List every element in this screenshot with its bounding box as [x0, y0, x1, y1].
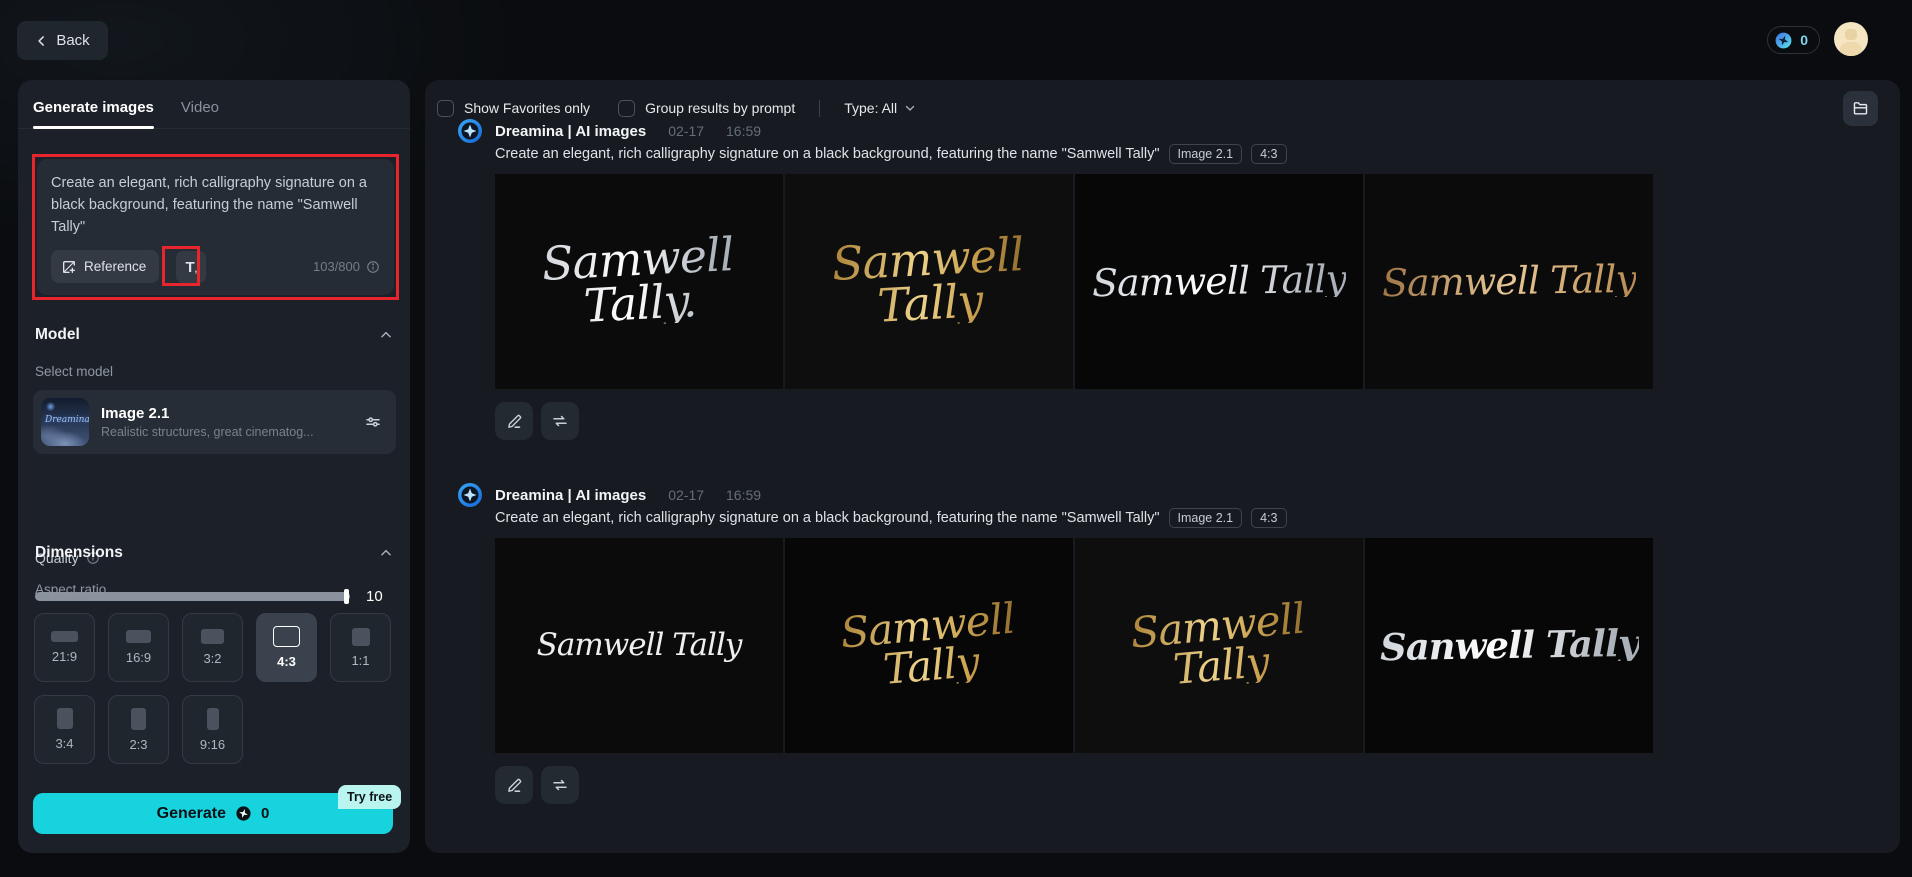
reference-image-icon [61, 259, 77, 275]
results-panel: Show Favorites only Group results by pro… [425, 80, 1900, 853]
group-source[interactable]: Dreamina | AI images [495, 123, 646, 140]
group-time: 16:59 [726, 487, 762, 503]
dimensions-section-title: Dimensions [35, 544, 123, 561]
regenerate-button[interactable] [541, 402, 579, 440]
model-settings-icon[interactable] [364, 413, 382, 431]
image-results-row: Samwell Tally. Samwell Tally Samwell Tally… [495, 174, 1653, 389]
chevron-up-icon[interactable] [379, 546, 393, 560]
back-label: Back [56, 32, 90, 49]
back-button[interactable]: Back [17, 21, 108, 60]
ratio-badge: 4:3 [1251, 508, 1287, 528]
group-date: 02-17 [668, 123, 705, 139]
quality-value: 10 [366, 588, 383, 605]
ratio-2-3[interactable]: 2:3 [108, 695, 169, 764]
aspect-ratio-label: Aspect ratio [35, 582, 107, 597]
filter-bar: Show Favorites only Group results by pro… [437, 91, 1884, 126]
type-filter-dropdown[interactable]: Type: All [844, 100, 916, 116]
generated-image[interactable]: Samwell Tally [495, 538, 783, 753]
aspect-ratio-grid: 21:9 16:9 3:2 4:3 1:1 3:4 2:3 9:16 [34, 613, 399, 764]
text-style-button[interactable]: T„ [176, 250, 207, 283]
credits-pill[interactable]: 0 [1767, 26, 1820, 54]
ratio-9-16[interactable]: 9:16 [182, 695, 243, 764]
prompt-input[interactable]: Create an elegant, rich calligraphy sign… [37, 159, 394, 295]
avatar-silhouette [1845, 29, 1857, 40]
chevron-left-icon [35, 34, 49, 48]
char-counter: 103/800 [313, 259, 380, 274]
favorites-label: Show Favorites only [464, 100, 591, 116]
generated-image[interactable]: Samwell Tally [1365, 174, 1653, 389]
generate-label: Generate [156, 804, 227, 822]
image-results-row: Samwell Tally Samwell Tally Samwell Tally … [495, 538, 1653, 753]
divider [819, 99, 821, 117]
reference-label: Reference [84, 259, 147, 274]
sidebar-tabs: Generate images Video [18, 80, 410, 129]
group-source[interactable]: Dreamina | AI images [495, 487, 646, 504]
prompt-text[interactable]: Create an elegant, rich calligraphy sign… [51, 172, 380, 238]
chevron-up-icon[interactable] [379, 328, 393, 342]
credit-coin-icon [1774, 31, 1793, 50]
generation-sidebar: Generate images Video Create an elegant,… [18, 80, 410, 853]
generated-image[interactable]: Sanwell Tally [1365, 538, 1653, 753]
group-results-label: Group results by prompt [645, 100, 796, 116]
ratio-3-2[interactable]: 3:2 [182, 613, 243, 682]
generated-image[interactable]: Samwell Tally. [495, 174, 783, 389]
chevron-down-icon [904, 102, 916, 114]
regenerate-button[interactable] [541, 766, 579, 804]
ratio-4-3-selected[interactable]: 4:3 [256, 613, 317, 682]
generate-cost: 0 [261, 805, 270, 822]
ratio-1-1[interactable]: 1:1 [330, 613, 391, 682]
dreamina-logo-icon [457, 482, 483, 508]
model-description: Realistic structures, great cinematog... [101, 425, 314, 439]
group-date: 02-17 [668, 487, 705, 503]
group-prompt: Create an elegant, rich calligraphy sign… [495, 510, 1160, 526]
text-quote-icon: T [185, 258, 195, 276]
model-thumbnail: Dreamina [41, 398, 89, 446]
folder-icon [1852, 100, 1869, 117]
info-icon [366, 260, 380, 274]
select-model-label: Select model [35, 364, 114, 379]
ratio-3-4[interactable]: 3:4 [34, 695, 95, 764]
favorites-checkbox[interactable] [437, 99, 454, 117]
generated-image[interactable]: Samwell Tally [1075, 538, 1363, 753]
generate-coin-icon [235, 805, 252, 822]
ratio-badge: 4:3 [1251, 144, 1287, 164]
model-badge: Image 2.1 [1168, 144, 1243, 164]
dreamina-logo-icon [457, 118, 483, 144]
group-time: 16:59 [726, 123, 762, 139]
try-free-badge: Try free [338, 785, 402, 809]
generated-image[interactable]: Samwell Tally [1075, 174, 1363, 389]
model-section-title: Model [35, 326, 80, 343]
ratio-16-9[interactable]: 16:9 [108, 613, 169, 682]
group-results-checkbox[interactable] [618, 99, 636, 117]
asset-board-button[interactable] [1843, 91, 1878, 126]
tab-generate-images[interactable]: Generate images [33, 99, 154, 129]
reference-button[interactable]: Reference [51, 250, 160, 283]
model-name: Image 2.1 [101, 405, 170, 422]
generated-image[interactable]: Samwell Tally [785, 538, 1073, 753]
edit-prompt-button[interactable] [495, 402, 533, 440]
generated-image[interactable]: Samwell Tally [785, 174, 1073, 389]
edit-prompt-button[interactable] [495, 766, 533, 804]
model-badge: Image 2.1 [1168, 508, 1243, 528]
tab-video[interactable]: Video [181, 99, 219, 128]
credits-count: 0 [1800, 32, 1808, 48]
user-avatar[interactable] [1834, 22, 1868, 56]
model-card[interactable]: Dreamina Image 2.1 Realistic structures,… [33, 390, 396, 454]
ratio-21-9[interactable]: 21:9 [34, 613, 95, 682]
group-prompt: Create an elegant, rich calligraphy sign… [495, 146, 1160, 162]
quality-slider-handle[interactable] [344, 589, 349, 604]
